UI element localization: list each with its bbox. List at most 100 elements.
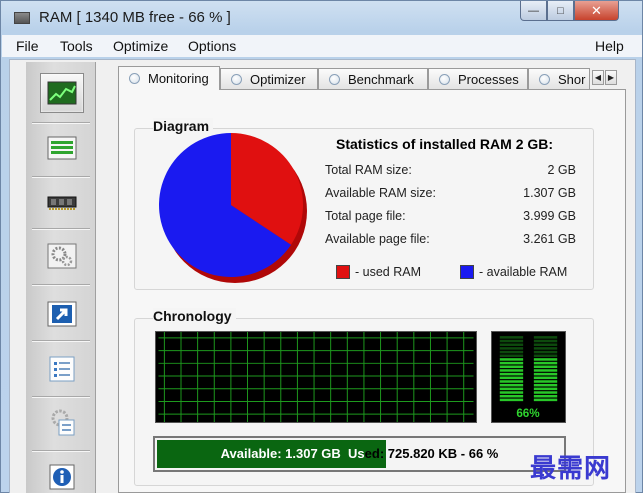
menu-optimize[interactable]: Optimize <box>113 38 168 54</box>
sidebar-separator <box>32 450 90 452</box>
ram-pie-chart <box>159 133 307 283</box>
watermark: 最需网 <box>530 454 612 484</box>
meter-segment <box>533 343 558 346</box>
sidebar-separator <box>32 284 90 286</box>
list-icon <box>47 136 77 160</box>
sidebar-item-shortcut[interactable] <box>46 299 78 329</box>
meter-segment <box>499 336 524 339</box>
tab-label: Benchmark <box>348 71 414 87</box>
meter-segment <box>499 350 524 354</box>
available-ram-swatch <box>460 265 474 279</box>
meter-segment <box>499 398 524 402</box>
meter-segment <box>533 339 558 343</box>
title-bar[interactable]: RAM [ 1340 MB free - 66 % ] — □ ✕ <box>1 1 642 35</box>
tab-strip: Monitoring Optimizer Benchmark Processes… <box>118 66 626 90</box>
gear-checklist-icon <box>51 409 75 436</box>
tab-shortcuts[interactable]: Shor <box>528 68 590 89</box>
meter-segment <box>499 391 524 394</box>
menu-bar: File Tools Optimize Options Help <box>2 35 642 57</box>
meter-segment <box>533 383 558 387</box>
meter-segment <box>499 347 524 350</box>
close-button[interactable]: ✕ <box>574 1 619 21</box>
stat-label: Total page file: <box>325 209 406 223</box>
meter-segment <box>499 376 524 380</box>
meter-segment <box>499 380 524 383</box>
tab-monitoring[interactable]: Monitoring <box>118 66 220 90</box>
stat-label: Available page file: <box>325 232 430 246</box>
sidebar-item-checklist[interactable] <box>46 354 78 384</box>
meter-segment <box>533 387 558 391</box>
meter-segment <box>533 350 558 354</box>
sidebar-separator <box>32 396 90 398</box>
tab-optimizer[interactable]: Optimizer <box>220 68 318 89</box>
radio-icon <box>539 73 550 85</box>
used-ram-swatch <box>336 265 350 279</box>
sidebar <box>26 62 96 493</box>
minimize-button[interactable]: — <box>520 1 547 21</box>
meter-segment <box>533 365 558 369</box>
sidebar-item-settings[interactable] <box>46 241 78 271</box>
stat-value: 1.307 GB <box>523 186 576 200</box>
sidebar-item-monitoring[interactable] <box>40 73 84 113</box>
radio-icon <box>439 73 450 85</box>
available-ram-legend: - available RAM <box>479 265 568 279</box>
tab-label: Processes <box>458 71 519 87</box>
meter-segment <box>499 354 524 358</box>
meter-segment <box>533 394 558 398</box>
tab-scroll-left-icon[interactable]: ◀ <box>592 70 604 85</box>
tab-label: Optimizer <box>250 71 306 87</box>
meter-segment <box>533 376 558 380</box>
status-text: Available: 1.307 GB Used: 725.820 KB - 6… <box>155 438 564 470</box>
sidebar-item-memory[interactable] <box>46 187 78 217</box>
meter-segment <box>533 361 558 365</box>
sidebar-separator <box>32 340 90 342</box>
tab-processes[interactable]: Processes <box>428 68 528 89</box>
used-prefix-text: Us <box>348 446 365 461</box>
used-ram-legend: - used RAM <box>355 265 421 279</box>
menu-options[interactable]: Options <box>188 38 236 54</box>
stats-title: Statistics of installed RAM 2 GB: <box>336 136 554 152</box>
meter-segment <box>533 336 558 339</box>
stat-value: 2 GB <box>547 163 577 177</box>
meter-segment <box>533 369 558 372</box>
meter-segment <box>499 387 524 391</box>
sidebar-item-info[interactable] <box>46 462 78 492</box>
meter-segment <box>499 361 524 365</box>
sidebar-item-list[interactable] <box>46 133 78 163</box>
meter-segment <box>533 347 558 350</box>
sidebar-separator <box>32 228 90 230</box>
menu-file[interactable]: File <box>16 38 39 54</box>
tab-benchmark[interactable]: Benchmark <box>318 68 428 89</box>
meter-segment <box>499 369 524 372</box>
window-title: RAM [ 1340 MB free - 66 % ] <box>39 9 231 26</box>
sidebar-separator <box>32 176 90 178</box>
meter-segment <box>533 372 558 376</box>
radio-icon <box>129 73 140 84</box>
meter-segment <box>499 339 524 343</box>
menu-tools[interactable]: Tools <box>60 38 93 54</box>
meter-segment <box>499 358 524 361</box>
usage-meter: 66% <box>491 331 566 423</box>
tab-label: Monitoring <box>148 71 209 86</box>
checklist-icon <box>49 356 75 382</box>
menu-help[interactable]: Help <box>595 38 624 54</box>
tab-label: Shor <box>558 71 586 87</box>
info-icon <box>49 464 75 490</box>
history-graph <box>155 331 477 423</box>
chart-icon <box>47 81 77 105</box>
sidebar-item-configure[interactable] <box>46 407 78 437</box>
meter-segment <box>499 372 524 376</box>
meter-segment <box>499 365 524 369</box>
memory-status-bar: Available: 1.307 GB Used: 725.820 KB - 6… <box>153 436 566 472</box>
meter-segment <box>499 383 524 387</box>
meter-segment <box>499 394 524 398</box>
gears-icon <box>47 243 77 269</box>
stat-label: Available RAM size: <box>325 186 436 200</box>
maximize-button[interactable]: □ <box>547 1 574 21</box>
used-text: ed: 725.820 KB - 66 % <box>364 446 499 461</box>
radio-icon <box>231 73 242 85</box>
stat-label: Total RAM size: <box>325 163 412 177</box>
radio-icon <box>329 73 340 85</box>
tab-scroll-right-icon[interactable]: ▶ <box>605 70 617 85</box>
sidebar-separator <box>32 122 90 124</box>
